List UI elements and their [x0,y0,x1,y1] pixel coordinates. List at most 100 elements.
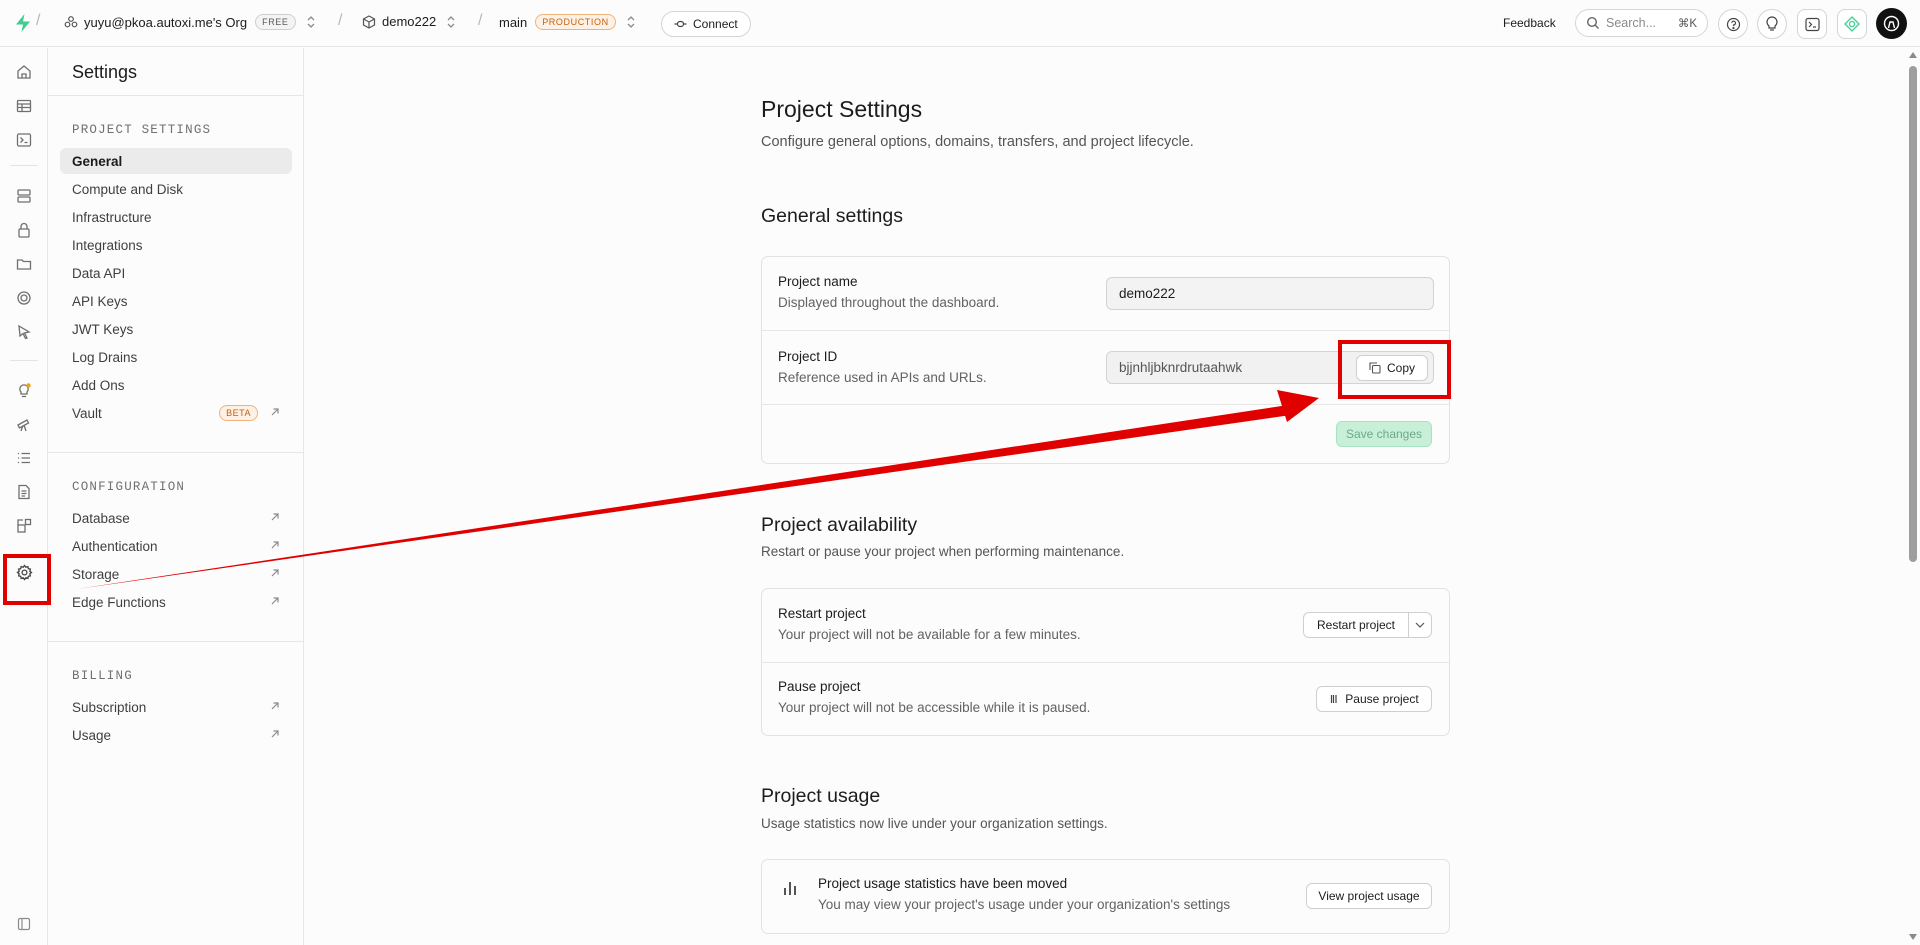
save-changes-button[interactable]: Save changes [1336,421,1432,447]
rail-divider [10,360,38,361]
project-name-input[interactable]: demo222 [1106,277,1434,310]
sidebar-item-storage[interactable]: Storage [60,561,292,587]
collapse-sidebar-icon[interactable] [12,912,36,936]
copy-button[interactable]: Copy [1356,355,1428,381]
storage-icon[interactable] [12,252,36,276]
chevron-down-icon [1415,622,1425,628]
scroll-down-icon[interactable] [1909,934,1917,940]
copy-label: Copy [1386,361,1415,375]
sidebar-item-infrastructure[interactable]: Infrastructure [60,204,292,230]
production-badge: PRODUCTION [535,14,616,30]
pause-project-label: Pause project [1345,692,1419,706]
sidebar-item-label: Usage [72,727,112,743]
avatar[interactable] [1876,8,1907,39]
home-icon[interactable] [12,60,36,84]
section-header-configuration: CONFIGURATION [72,480,186,494]
view-project-usage-button[interactable]: View project usage [1306,883,1432,909]
scrollbar-thumb[interactable] [1909,66,1917,562]
restart-desc: Your project will not be available for a… [778,627,1081,642]
section-header-project-settings: PROJECT SETTINGS [72,123,212,137]
observability-icon[interactable] [12,412,36,436]
sidebar-item-edge-functions[interactable]: Edge Functions [60,589,292,615]
plan-badge: FREE [255,14,296,30]
pause-desc: Your project will not be accessible whil… [778,700,1091,715]
restart-options-button[interactable] [1408,612,1432,638]
sidebar-item-authentication[interactable]: Authentication [60,533,292,559]
project-id-value: bjjnhljbknrdrutaahwk [1119,360,1243,375]
scroll-up-icon[interactable] [1909,52,1917,58]
settings-icon[interactable] [12,560,36,584]
save-row: Save changes [762,405,1449,465]
settings-sidebar: Settings PROJECT SETTINGS General Comput… [48,48,304,945]
restart-project-button[interactable]: Restart project [1303,612,1409,638]
sidebar-item-usage[interactable]: Usage [60,722,292,748]
search-placeholder: Search... [1606,16,1657,30]
sidebar-item-database[interactable]: Database [60,505,292,531]
terminal-button[interactable] [1797,9,1827,39]
usage-notice-card: Project usage statistics have been moved… [761,859,1450,934]
auth-icon[interactable] [12,218,36,242]
connect-button[interactable]: Connect [661,11,751,37]
chevron-updown-icon[interactable] [626,15,636,29]
org-switcher[interactable]: yuyu@pkoa.autoxi.me's Org FREE [64,14,316,30]
feedback-button[interactable]: Feedback [1503,16,1556,30]
sidebar-item-label: Database [72,510,130,526]
whats-new-button[interactable] [1757,9,1787,39]
pause-project-button[interactable]: Pause project [1316,686,1432,712]
sidebar-item-api-keys[interactable]: API Keys [60,288,292,314]
availability-heading: Project availability [761,514,918,536]
help-icon [1726,17,1741,32]
sidebar-item-general[interactable]: General [60,148,292,174]
rail-divider [10,165,38,166]
sidebar-item-add-ons[interactable]: Add Ons [60,372,292,398]
branch-name: main [499,14,528,30]
bar-chart-icon [782,880,798,896]
branch-switcher[interactable]: main PRODUCTION [499,14,636,30]
table-editor-icon[interactable] [12,94,36,118]
supabase-logo-icon[interactable] [14,13,32,33]
sidebar-item-log-drains[interactable]: Log Drains [60,344,292,370]
logs-icon[interactable] [12,446,36,470]
breadcrumb-separator: / [338,12,343,29]
search-icon [1586,16,1600,30]
search-input[interactable]: Search... ⌘K [1575,9,1708,37]
sidebar-divider [48,641,304,642]
sidebar-item-jwt-keys[interactable]: JWT Keys [60,316,292,342]
usage-heading: Project usage [761,785,881,807]
breadcrumb-separator: / [36,12,41,29]
sidebar-item-data-api[interactable]: Data API [60,260,292,286]
assistant-icon [1844,16,1860,32]
sql-editor-icon[interactable] [12,128,36,152]
org-icon [64,15,78,29]
realtime-icon[interactable] [12,286,36,310]
project-switcher[interactable]: demo222 [362,14,456,29]
api-docs-icon[interactable] [12,480,36,504]
scrollbar[interactable] [1906,48,1920,945]
sidebar-item-integrations[interactable]: Integrations [60,232,292,258]
help-button[interactable] [1718,9,1748,39]
sidebar-title: Settings [72,62,138,82]
sidebar-item-label: Vault [72,405,102,421]
assistant-button[interactable] [1837,9,1867,39]
project-name-desc: Displayed throughout the dashboard. [778,295,1000,310]
copy-icon [1369,362,1381,374]
project-name-label: Project name [778,274,858,289]
sidebar-item-subscription[interactable]: Subscription [60,694,292,720]
project-id-label: Project ID [778,349,838,364]
external-link-icon [270,512,280,522]
database-icon[interactable] [12,184,36,208]
page-subtitle: Configure general options, domains, tran… [761,134,1194,150]
external-link-icon [270,701,280,711]
terminal-icon [1804,17,1820,32]
advisors-icon[interactable] [12,378,36,402]
chevron-updown-icon[interactable] [446,15,456,29]
external-link-icon [270,729,280,739]
chevron-updown-icon[interactable] [306,15,316,29]
restart-label: Restart project [778,606,866,621]
integrations-icon[interactable] [12,514,36,538]
sidebar-item-vault[interactable]: Vault BETA [60,400,292,426]
sidebar-item-compute-and-disk[interactable]: Compute and Disk [60,176,292,202]
usage-subtitle: Usage statistics now live under your org… [761,816,1108,831]
edge-functions-icon[interactable] [12,320,36,344]
org-name: yuyu@pkoa.autoxi.me's Org [84,14,248,30]
